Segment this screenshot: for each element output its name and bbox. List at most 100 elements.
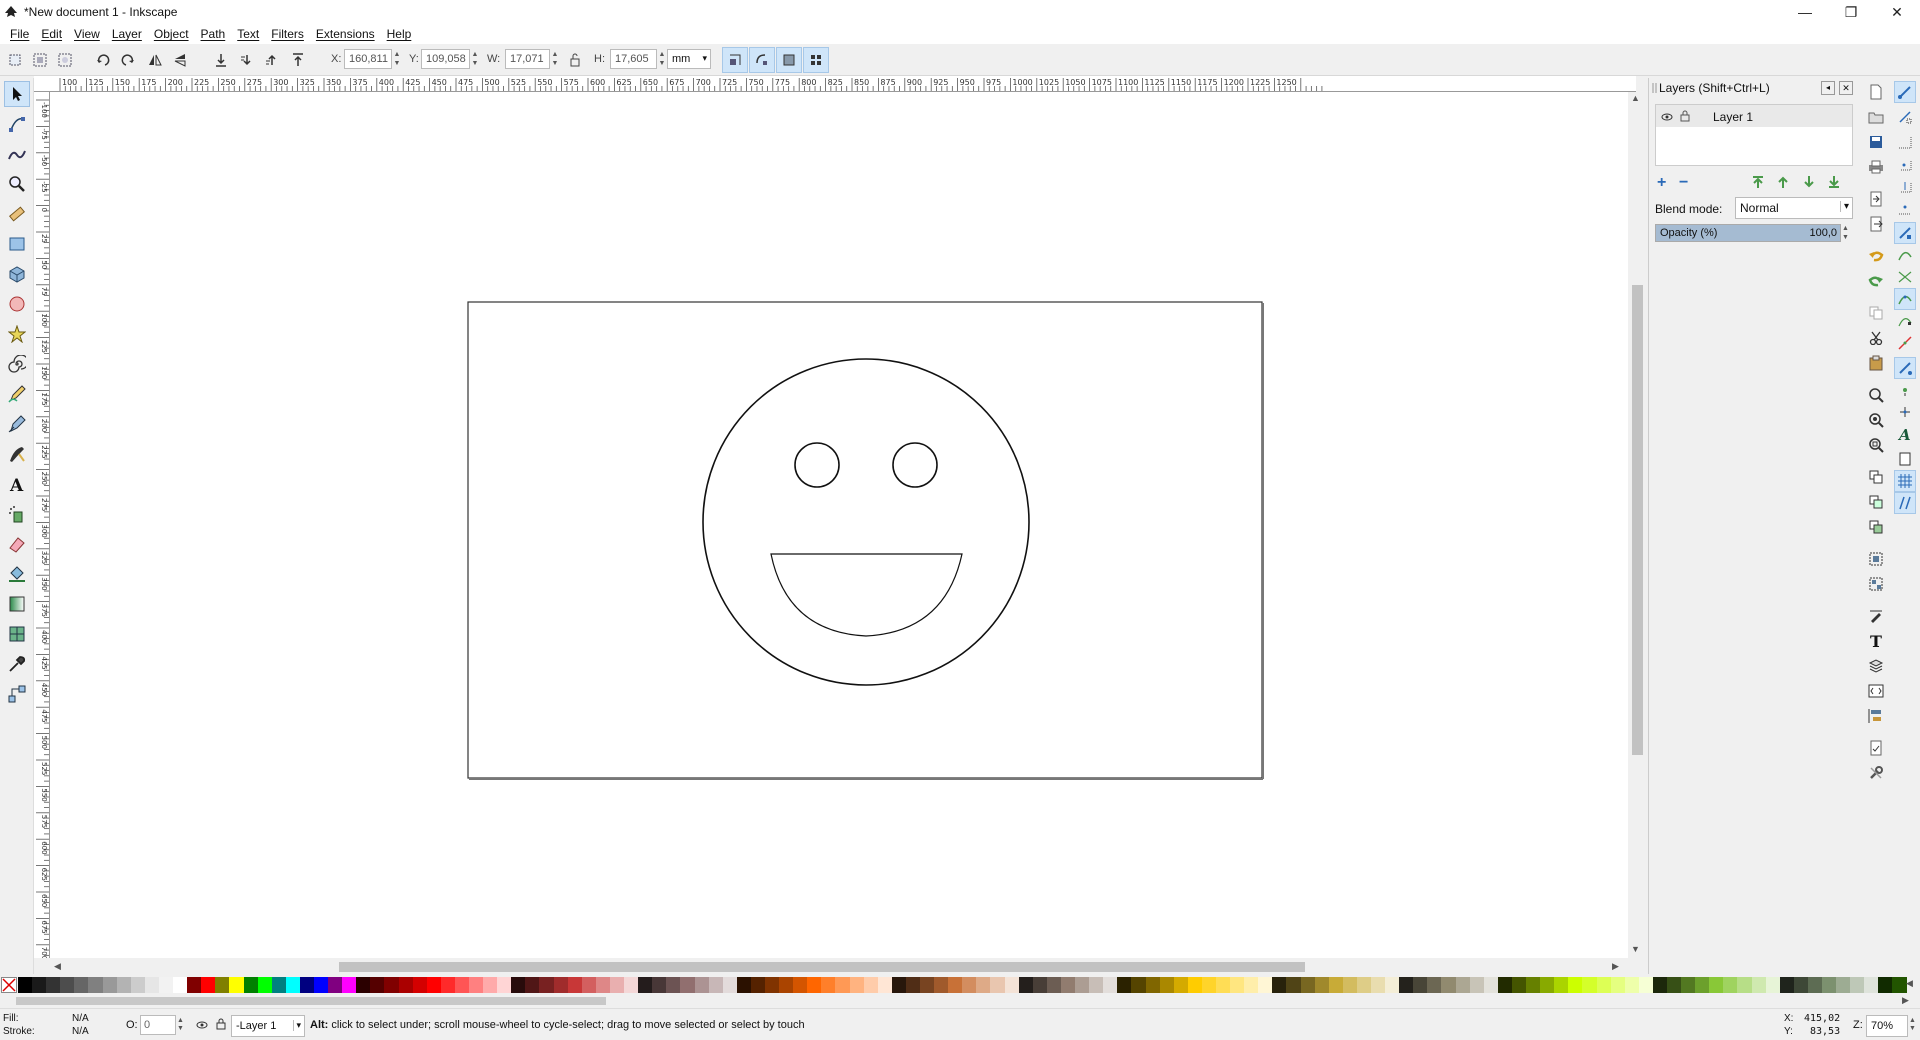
copy-icon[interactable] — [1865, 302, 1887, 324]
star-tool-icon[interactable] — [4, 321, 30, 347]
menu-edit[interactable]: Edit — [35, 27, 68, 41]
preferences-icon[interactable] — [1865, 762, 1887, 784]
color-swatch[interactable] — [1356, 977, 1371, 993]
transform-gradients-icon[interactable] — [776, 47, 802, 73]
color-swatch[interactable] — [1441, 977, 1456, 993]
panel-close-icon[interactable]: ✕ — [1839, 81, 1853, 95]
zoom-tool-icon[interactable] — [4, 171, 30, 197]
blend-mode-select[interactable]: Normal ▾ — [1735, 197, 1853, 219]
color-swatch[interactable] — [74, 977, 89, 993]
color-swatch[interactable] — [1793, 977, 1808, 993]
color-swatch[interactable] — [398, 977, 413, 993]
color-swatch[interactable] — [1032, 977, 1047, 993]
menu-filters[interactable]: Filters — [265, 27, 310, 41]
gradient-tool-icon[interactable] — [4, 591, 30, 617]
snap-nodes-icon[interactable] — [1894, 222, 1916, 244]
menu-view[interactable]: View — [68, 27, 106, 41]
color-swatch[interactable] — [102, 977, 117, 993]
color-swatch[interactable] — [1060, 977, 1076, 993]
flip-horizontal-icon[interactable] — [144, 49, 166, 71]
color-swatch[interactable] — [384, 977, 399, 993]
color-swatch[interactable] — [1695, 977, 1710, 993]
color-swatch[interactable] — [328, 977, 343, 993]
color-swatch[interactable] — [483, 977, 498, 993]
color-swatch[interactable] — [990, 977, 1005, 993]
color-swatch[interactable] — [1610, 977, 1625, 993]
color-swatch[interactable] — [1596, 977, 1611, 993]
color-swatch[interactable] — [1117, 977, 1132, 993]
color-swatch[interactable] — [412, 977, 427, 993]
menu-help[interactable]: Help — [381, 27, 418, 41]
snap-rotation-center-icon[interactable] — [1894, 401, 1916, 423]
color-swatch[interactable] — [1582, 977, 1597, 993]
layer-lock-icon[interactable] — [216, 1018, 226, 1033]
color-swatch[interactable] — [285, 977, 300, 993]
horizontal-ruler[interactable]: 100 125 150 175 200 225 250 275 300 325 350 375 400 4… — [46, 76, 1636, 92]
color-swatch[interactable] — [1187, 977, 1202, 993]
color-swatch[interactable] — [595, 977, 610, 993]
lock-ratio-icon[interactable] — [564, 49, 586, 71]
menu-object[interactable]: Object — [148, 27, 195, 41]
rectangle-tool-icon[interactable] — [4, 231, 30, 257]
color-swatch[interactable] — [1075, 977, 1090, 993]
color-swatch[interactable] — [539, 977, 554, 993]
color-swatch[interactable] — [32, 977, 47, 993]
deselect-icon[interactable] — [54, 49, 76, 71]
layer-row[interactable]: Layer 1 — [1656, 105, 1852, 127]
color-swatch[interactable] — [1624, 977, 1639, 993]
save-icon[interactable] — [1865, 131, 1887, 153]
color-swatch[interactable] — [976, 977, 991, 993]
color-swatch[interactable] — [1286, 977, 1301, 993]
current-layer-select[interactable]: -Layer 1 ▾ — [231, 1015, 305, 1037]
panel-grip-icon[interactable] — [1652, 82, 1658, 97]
color-swatch[interactable] — [708, 977, 723, 993]
color-swatch[interactable] — [356, 977, 371, 993]
color-swatch[interactable] — [1483, 977, 1498, 993]
color-swatch[interactable] — [807, 977, 822, 993]
color-swatch[interactable] — [144, 977, 159, 993]
color-swatch[interactable] — [271, 977, 286, 993]
maximize-button[interactable]: ❐ — [1828, 0, 1874, 24]
color-swatch[interactable] — [1385, 977, 1400, 993]
color-swatch[interactable] — [1836, 977, 1851, 993]
measure-tool-icon[interactable] — [4, 201, 30, 227]
x-spinner-icon[interactable]: ▲ ▼ — [392, 50, 402, 70]
color-swatch[interactable] — [553, 977, 568, 993]
canvas-svg[interactable] — [50, 92, 1628, 958]
menu-text[interactable]: Text — [231, 27, 265, 41]
pen-tool-icon[interactable] — [4, 411, 30, 437]
stroke-value[interactable]: N/A — [72, 1026, 89, 1037]
color-swatch[interactable] — [88, 977, 103, 993]
color-swatch[interactable] — [1089, 977, 1104, 993]
color-swatch[interactable] — [1822, 977, 1837, 993]
color-swatch[interactable] — [1807, 977, 1822, 993]
color-swatch[interactable] — [652, 977, 667, 993]
snap-smooth-nodes-icon[interactable] — [1894, 310, 1916, 332]
color-swatch[interactable] — [779, 977, 794, 993]
color-swatch[interactable] — [454, 977, 469, 993]
color-swatch[interactable] — [1230, 977, 1245, 993]
horizontal-scroll-thumb[interactable] — [339, 962, 1305, 972]
snap-enable-icon[interactable] — [1894, 81, 1916, 103]
color-swatch[interactable] — [1526, 977, 1541, 993]
h-spinner-icon[interactable]: ▲ ▼ — [657, 50, 667, 70]
close-window-button[interactable]: ✕ — [1874, 0, 1920, 24]
color-swatch[interactable] — [469, 977, 484, 993]
color-swatch[interactable] — [511, 977, 526, 993]
opacity-spinner-icon[interactable]: ▲ ▼ — [177, 1017, 184, 1033]
color-swatch[interactable] — [257, 977, 272, 993]
color-swatch[interactable] — [1737, 977, 1752, 993]
paste-icon[interactable] — [1865, 352, 1887, 374]
color-swatch[interactable] — [1018, 977, 1033, 993]
scale-corners-icon[interactable] — [749, 47, 775, 73]
opacity-input[interactable]: 0 — [140, 1015, 176, 1035]
color-swatch[interactable] — [793, 977, 808, 993]
color-swatch[interactable] — [440, 977, 455, 993]
color-swatch[interactable] — [1864, 977, 1879, 993]
color-swatch[interactable] — [173, 977, 188, 993]
menu-extensions[interactable]: Extensions — [310, 27, 381, 41]
color-swatch[interactable] — [1173, 977, 1188, 993]
color-swatch[interactable] — [835, 977, 850, 993]
snap-guides-icon[interactable] — [1894, 492, 1916, 514]
group-icon[interactable] — [1865, 548, 1887, 570]
